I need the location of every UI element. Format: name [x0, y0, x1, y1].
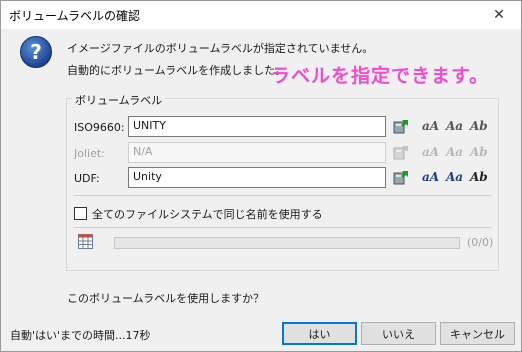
same-name-checkbox[interactable]	[74, 207, 87, 220]
auto-yes-countdown: 自動'はい'までの時間...17秒	[10, 329, 151, 342]
joliet-label: Joliet:	[74, 147, 105, 160]
progress-bar	[114, 237, 460, 249]
import-icon[interactable]	[392, 169, 410, 185]
cancel-button[interactable]: キャンセル	[440, 322, 515, 345]
question-icon: ?	[20, 36, 52, 68]
font-lower-icon[interactable]: aA	[422, 170, 439, 184]
font-mixed-icon[interactable]: Ab	[470, 170, 488, 184]
font-capital-icon[interactable]: Aa	[446, 170, 463, 184]
iso9660-label: ISO9660:	[74, 121, 125, 134]
confirm-question: このボリュームラベルを使用しますか？	[67, 292, 265, 305]
import-icon-disabled	[393, 146, 408, 160]
svg-text:?: ?	[30, 40, 42, 64]
same-name-checkbox-label[interactable]: 全てのファイルシステムで同じ名前を使用する	[92, 206, 323, 222]
import-icon[interactable]	[392, 118, 410, 134]
message-line-1: イメージファイルのボリュームラベルが指定されていません。	[67, 42, 374, 55]
udf-field[interactable]: Unity	[128, 167, 386, 188]
dialog-window: ボリュームラベルの確認 ✕ ? イメージファイルのボリュームラベルが指定されてい…	[0, 0, 522, 352]
title-bar: ボリュームラベルの確認 ✕	[1, 1, 521, 29]
font-mixed-icon[interactable]: Ab	[470, 119, 488, 133]
font-capital-icon[interactable]: Aa	[446, 119, 463, 133]
font-capital-icon-disabled: Aa	[446, 145, 464, 159]
font-lower-icon-disabled: aA	[422, 145, 440, 159]
font-mixed-icon-disabled: Ab	[470, 145, 488, 159]
annotation-text: ラベルを指定できます。	[271, 65, 490, 87]
table-icon[interactable]	[78, 234, 93, 249]
close-button[interactable]: ✕	[477, 1, 521, 29]
group-label: ボリュームラベル	[72, 92, 166, 108]
udf-label: UDF:	[74, 172, 100, 185]
window-title: ボリュームラベルの確認	[9, 9, 141, 23]
iso9660-field[interactable]: UNITY	[128, 116, 386, 137]
divider	[74, 195, 492, 196]
no-button[interactable]: いいえ	[361, 322, 436, 345]
message-line-2: 自動的にボリュームラベルを作成しました。	[67, 64, 287, 77]
font-lower-icon[interactable]: aA	[422, 119, 439, 133]
yes-button[interactable]: はい	[282, 322, 357, 345]
progress-count: (0/0)	[467, 236, 494, 249]
joliet-field: N/A	[128, 142, 386, 163]
divider	[74, 227, 492, 228]
